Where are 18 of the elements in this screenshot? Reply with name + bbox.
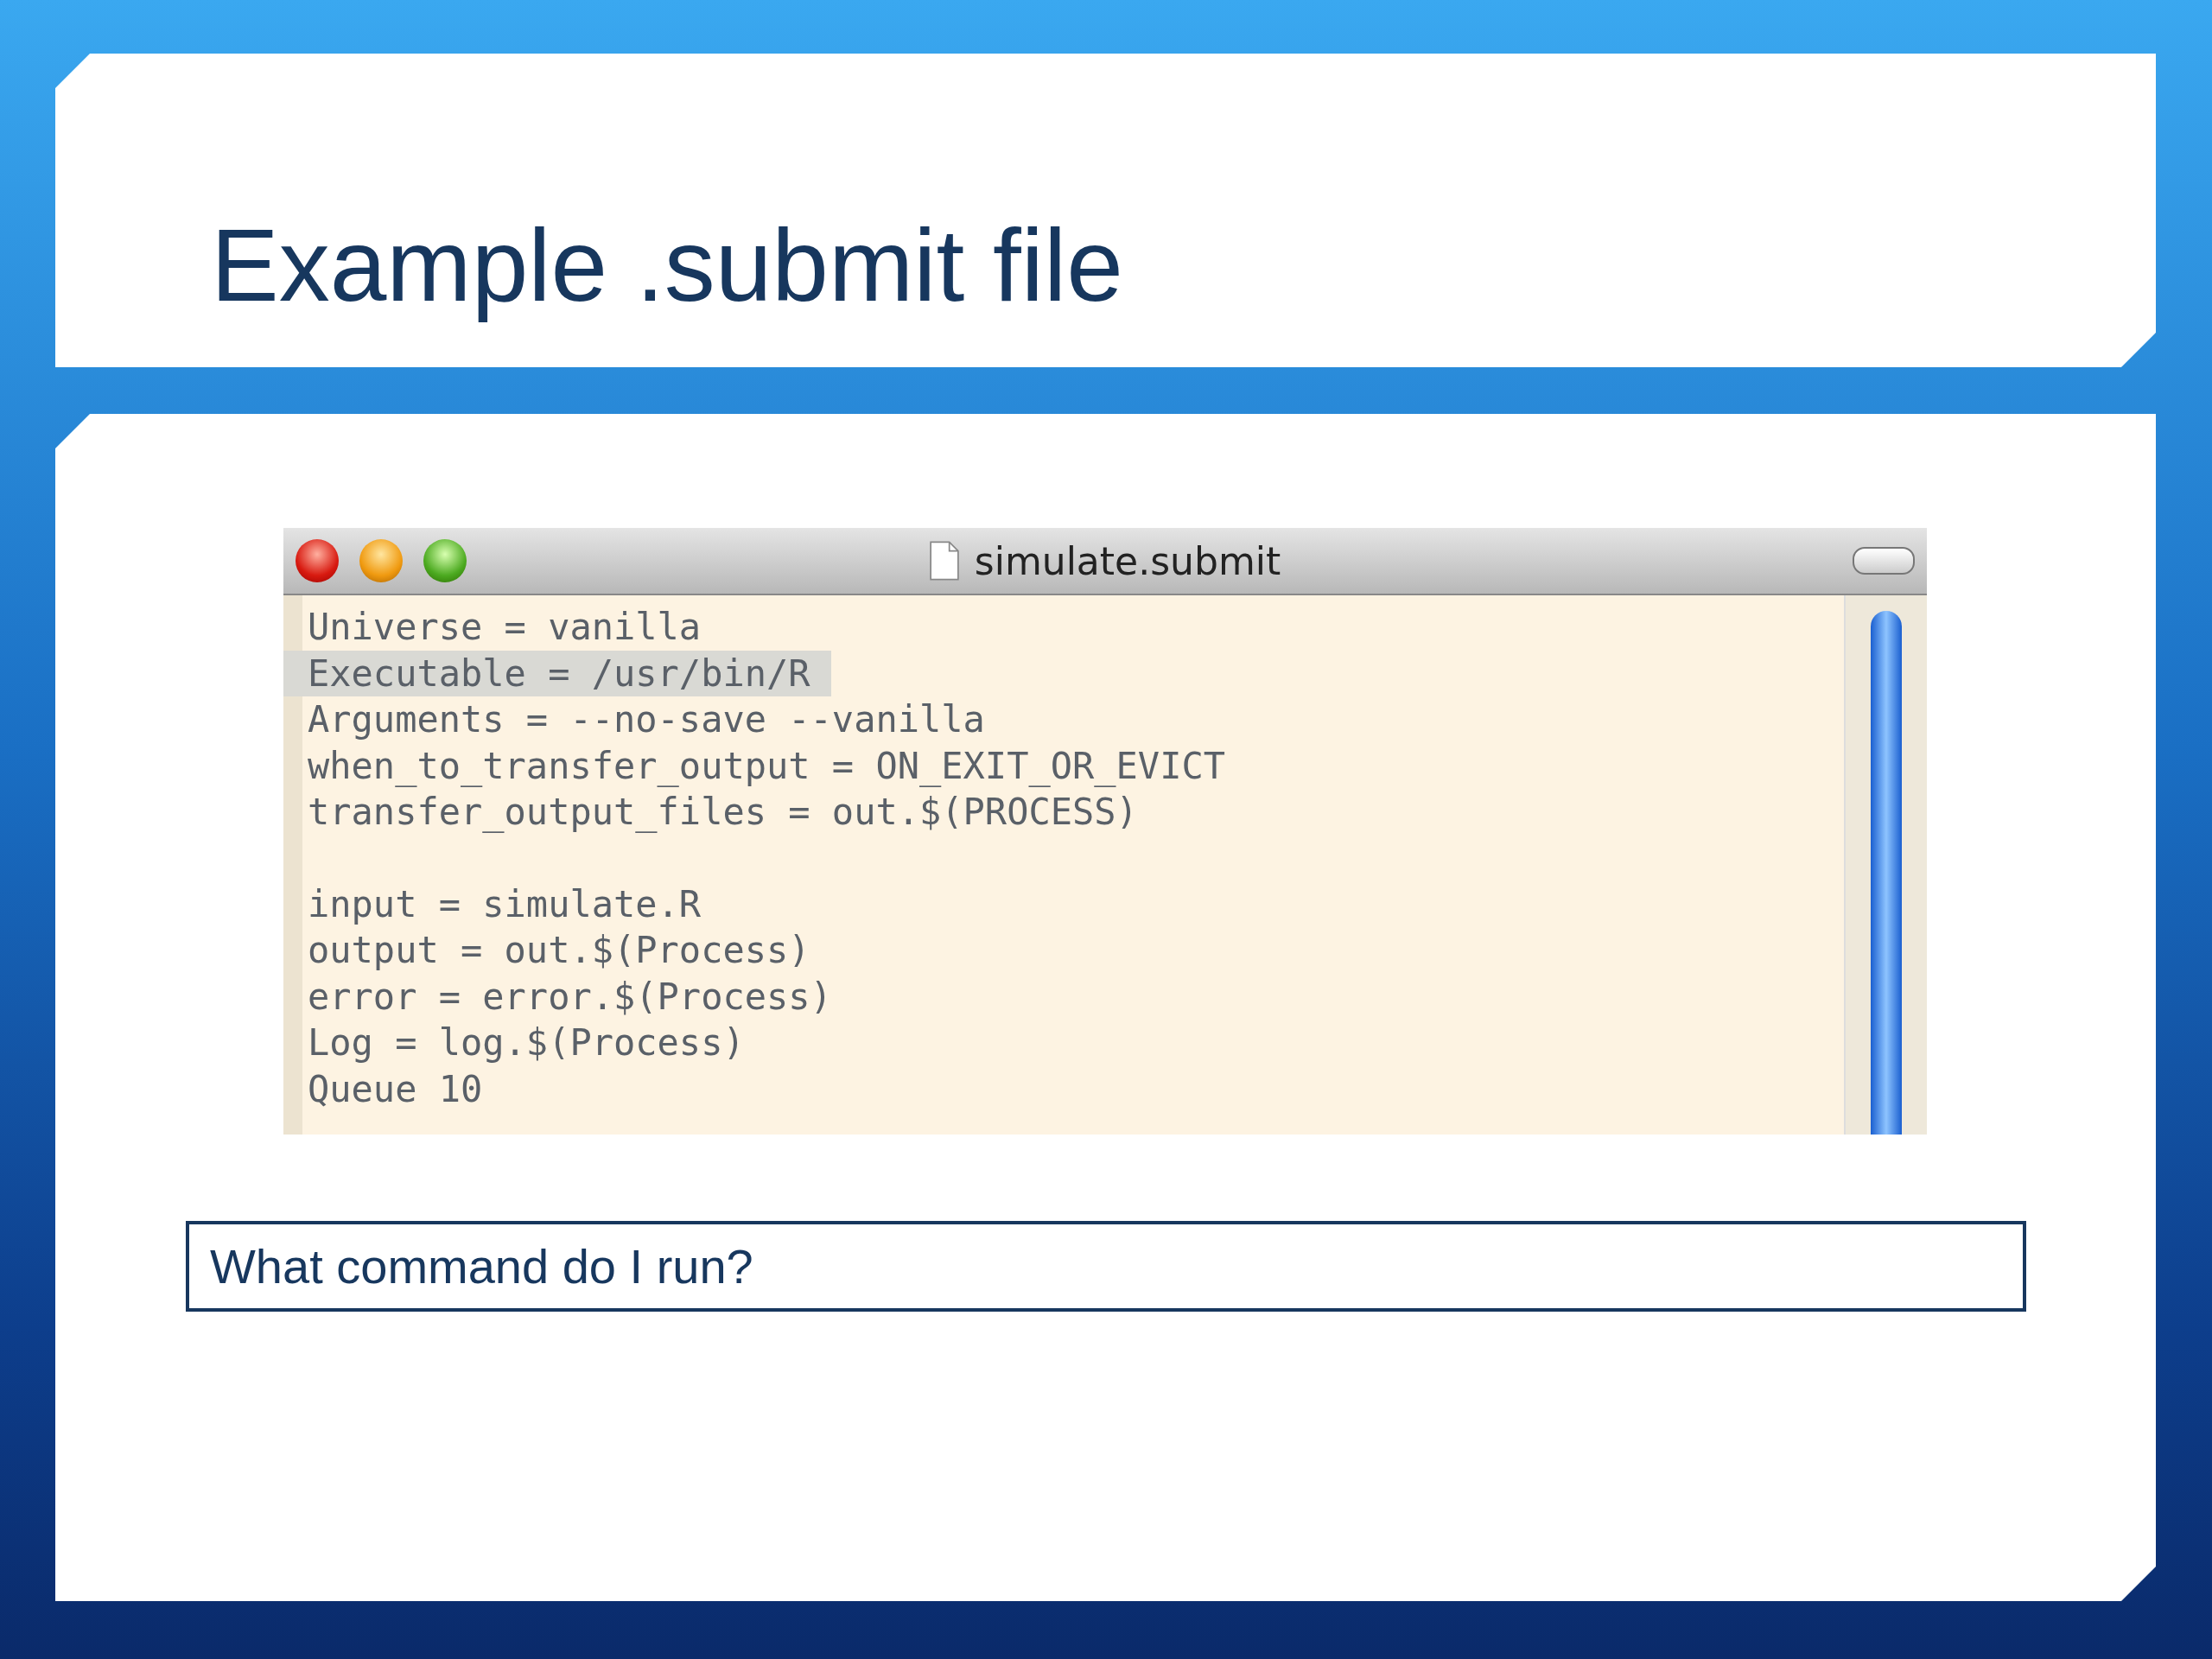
code-line: output = out.$(Process) [307,928,811,973]
code-line: transfer_output_files = out.$(PROCESS) [307,790,1139,835]
code-line: input = simulate.R [307,881,702,927]
slide-title: Example .submit file [211,207,1123,324]
question-box: What command do I run? [186,1221,2026,1312]
minimize-button[interactable] [359,539,403,582]
code-line: Universe = vanilla [307,605,702,650]
toolbar-toggle-button[interactable] [1853,547,1915,575]
code-line: Log = log.$(Process) [307,1020,746,1065]
code-line: Arguments = --no-save --vanilla [307,697,986,742]
code-line: when_to_transfer_output = ON_EXIT_OR_EVICT [307,743,1227,789]
zoom-button[interactable] [423,539,467,582]
window-title: simulate.submit [974,538,1281,583]
scrollbar-thumb[interactable] [1871,611,1902,1135]
close-button[interactable] [296,539,339,582]
code-line: Queue 10 [307,1066,484,1112]
document-icon [929,541,959,581]
code-line: error = error.$(Process) [307,974,833,1020]
